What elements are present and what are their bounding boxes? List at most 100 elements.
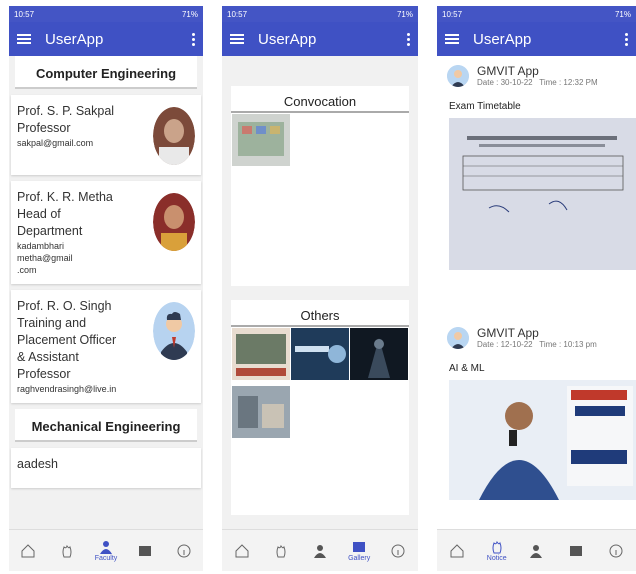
person-icon (99, 541, 112, 554)
status-bar: 10:57 71% (222, 6, 418, 22)
faculty-card[interactable]: Prof. K. R. Metha Head of Department kad… (11, 181, 201, 284)
battery-level: 71% (614, 9, 631, 19)
gallery-icon (570, 545, 583, 556)
person-icon (530, 544, 543, 558)
home-icon (21, 543, 35, 557)
menu-icon[interactable] (17, 34, 31, 44)
notice-date: Date : 30-10-22 (477, 78, 533, 87)
gallery-icon (138, 545, 151, 556)
gallery-thumbnail[interactable] (350, 328, 408, 380)
app-bar: UserApp (437, 22, 636, 56)
more-options-icon[interactable] (192, 32, 195, 46)
faculty-card[interactable]: Prof. S. P. Sakpal Professor sakpal@gmai… (11, 95, 201, 175)
notice-author: GMVIT App (477, 326, 539, 340)
gallery-section-title: Convocation (231, 86, 409, 113)
nav-gallery[interactable] (130, 543, 160, 559)
nav-home[interactable] (227, 543, 257, 559)
nav-info[interactable] (383, 543, 413, 559)
notice-text: Exam Timetable (449, 101, 521, 112)
nav-gallery[interactable] (561, 543, 591, 559)
faculty-designation: Placement Officer (17, 333, 117, 347)
gallery-thumbnail[interactable] (232, 328, 290, 380)
status-bar: 10:57 71% (437, 6, 636, 22)
person-icon (313, 544, 326, 558)
info-icon (609, 544, 623, 557)
nav-info[interactable] (169, 543, 199, 559)
nav-notice[interactable]: Notice (482, 539, 512, 562)
app-bar: UserApp (222, 22, 418, 56)
gallery-section-title: Others (231, 300, 409, 327)
hand-icon (492, 540, 502, 554)
notice-time: Time : 12:32 PM (539, 78, 598, 87)
bottom-navigation: Faculty (9, 529, 203, 571)
notice-list[interactable]: GMVIT App Date : 30-10-22 Time : 12:32 P… (437, 56, 636, 529)
home-icon (450, 543, 464, 557)
department-title: Mechanical Engineering (15, 409, 197, 442)
nav-events[interactable] (266, 543, 296, 559)
faculty-name: Prof. K. R. Metha (17, 190, 113, 204)
app-title: UserApp (473, 30, 532, 48)
faculty-designation: Head of (17, 207, 61, 221)
nav-home[interactable] (442, 543, 472, 559)
faculty-name: aadesh (17, 457, 59, 471)
nav-faculty[interactable] (521, 543, 551, 559)
gallery-section: Others (231, 300, 409, 515)
faculty-photo (153, 193, 195, 251)
faculty-designation: Training and (17, 316, 87, 330)
app-title: UserApp (45, 30, 104, 48)
notice-screen: 10:57 71% UserApp GMVIT App Date : 30-10… (437, 6, 636, 571)
more-options-icon[interactable] (625, 32, 628, 46)
notice-date: Date : 12-10-22 (477, 340, 533, 349)
menu-icon[interactable] (445, 34, 459, 44)
menu-icon[interactable] (230, 34, 244, 44)
nav-events[interactable] (52, 543, 82, 559)
gallery-thumbnail[interactable] (232, 386, 290, 438)
faculty-designation: Department (17, 224, 83, 238)
nav-faculty[interactable] (305, 543, 335, 559)
bottom-navigation: Notice (437, 529, 636, 571)
battery-level: 71% (181, 9, 198, 19)
faculty-photo (153, 107, 195, 165)
status-time: 10:57 (442, 9, 463, 19)
faculty-name: Prof. R. O. Singh (17, 299, 112, 313)
faculty-email: raghvendrasingh@live.in (17, 384, 117, 394)
faculty-designation: Professor (17, 367, 71, 381)
app-bar: UserApp (9, 22, 203, 56)
status-time: 10:57 (227, 9, 248, 19)
more-options-icon[interactable] (407, 32, 410, 46)
faculty-card[interactable]: Prof. R. O. Singh Training and Placement… (11, 290, 201, 403)
gallery-screen: 10:57 71% UserApp Convocation Others Gal… (222, 6, 418, 571)
faculty-designation: Professor (17, 121, 71, 135)
gallery-thumbnail[interactable] (291, 328, 349, 380)
app-avatar-icon (447, 326, 469, 349)
nav-info[interactable] (601, 543, 631, 559)
notice-image[interactable] (449, 380, 636, 500)
faculty-email: metha@gmail (17, 253, 73, 263)
faculty-name: Prof. S. P. Sakpal (17, 104, 115, 118)
faculty-email: .com (17, 265, 37, 275)
nav-home[interactable] (13, 543, 43, 559)
nav-faculty[interactable]: Faculty (91, 539, 121, 562)
nav-gallery[interactable]: Gallery (344, 539, 374, 562)
info-icon (177, 544, 191, 557)
faculty-email: kadambhari (17, 241, 65, 251)
notice-card[interactable]: GMVIT App Date : 30-10-22 Time : 12:32 P… (437, 56, 636, 318)
app-title: UserApp (258, 30, 317, 48)
nav-faculty-label: Faculty (94, 555, 118, 562)
faculty-card[interactable]: aadesh (11, 448, 201, 488)
faculty-designation: & Assistant (17, 350, 79, 364)
notice-image[interactable] (449, 118, 636, 270)
notice-author: GMVIT App (477, 64, 539, 78)
status-time: 10:57 (14, 9, 35, 19)
gallery-icon (353, 542, 366, 552)
nav-notice-label: Notice (486, 555, 507, 562)
home-icon (235, 543, 249, 557)
status-bar: 10:57 71% (9, 6, 203, 22)
gallery-list[interactable]: Convocation Others (222, 56, 418, 529)
faculty-email: sakpal@gmail.com (17, 138, 94, 148)
notice-card[interactable]: GMVIT App Date : 12-10-22 Time : 10:13 p… (437, 318, 636, 505)
bottom-navigation: Gallery (222, 529, 418, 571)
faculty-avatar-placeholder (153, 302, 195, 360)
gallery-thumbnail[interactable] (232, 114, 290, 166)
faculty-list[interactable]: Computer Engineering Prof. S. P. Sakpal … (9, 56, 203, 529)
